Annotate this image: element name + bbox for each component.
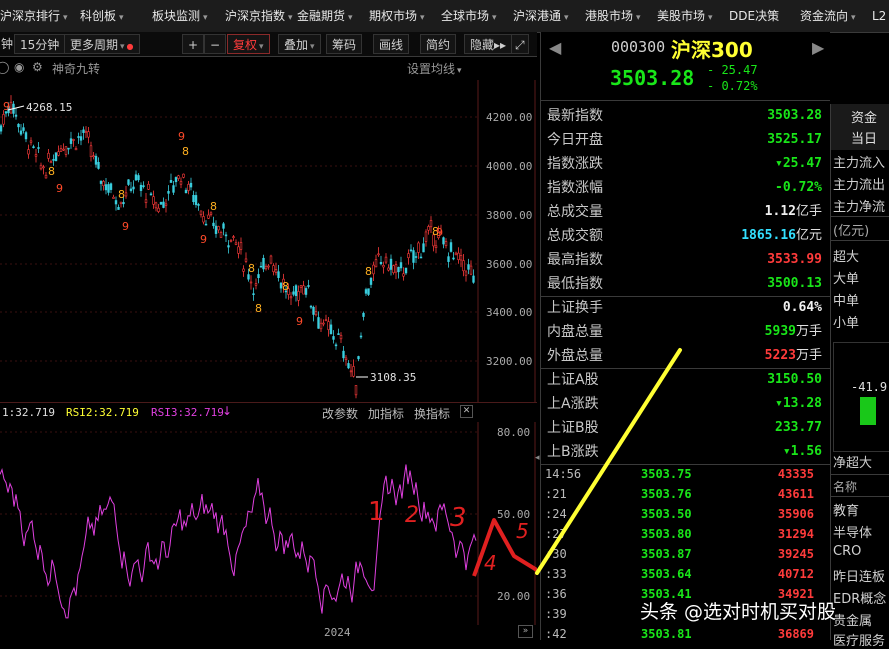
annotation-overlay <box>535 348 682 575</box>
annotation-yellow-line <box>535 348 682 575</box>
watermark: 头条 @选对时机买对股 <box>640 601 837 623</box>
